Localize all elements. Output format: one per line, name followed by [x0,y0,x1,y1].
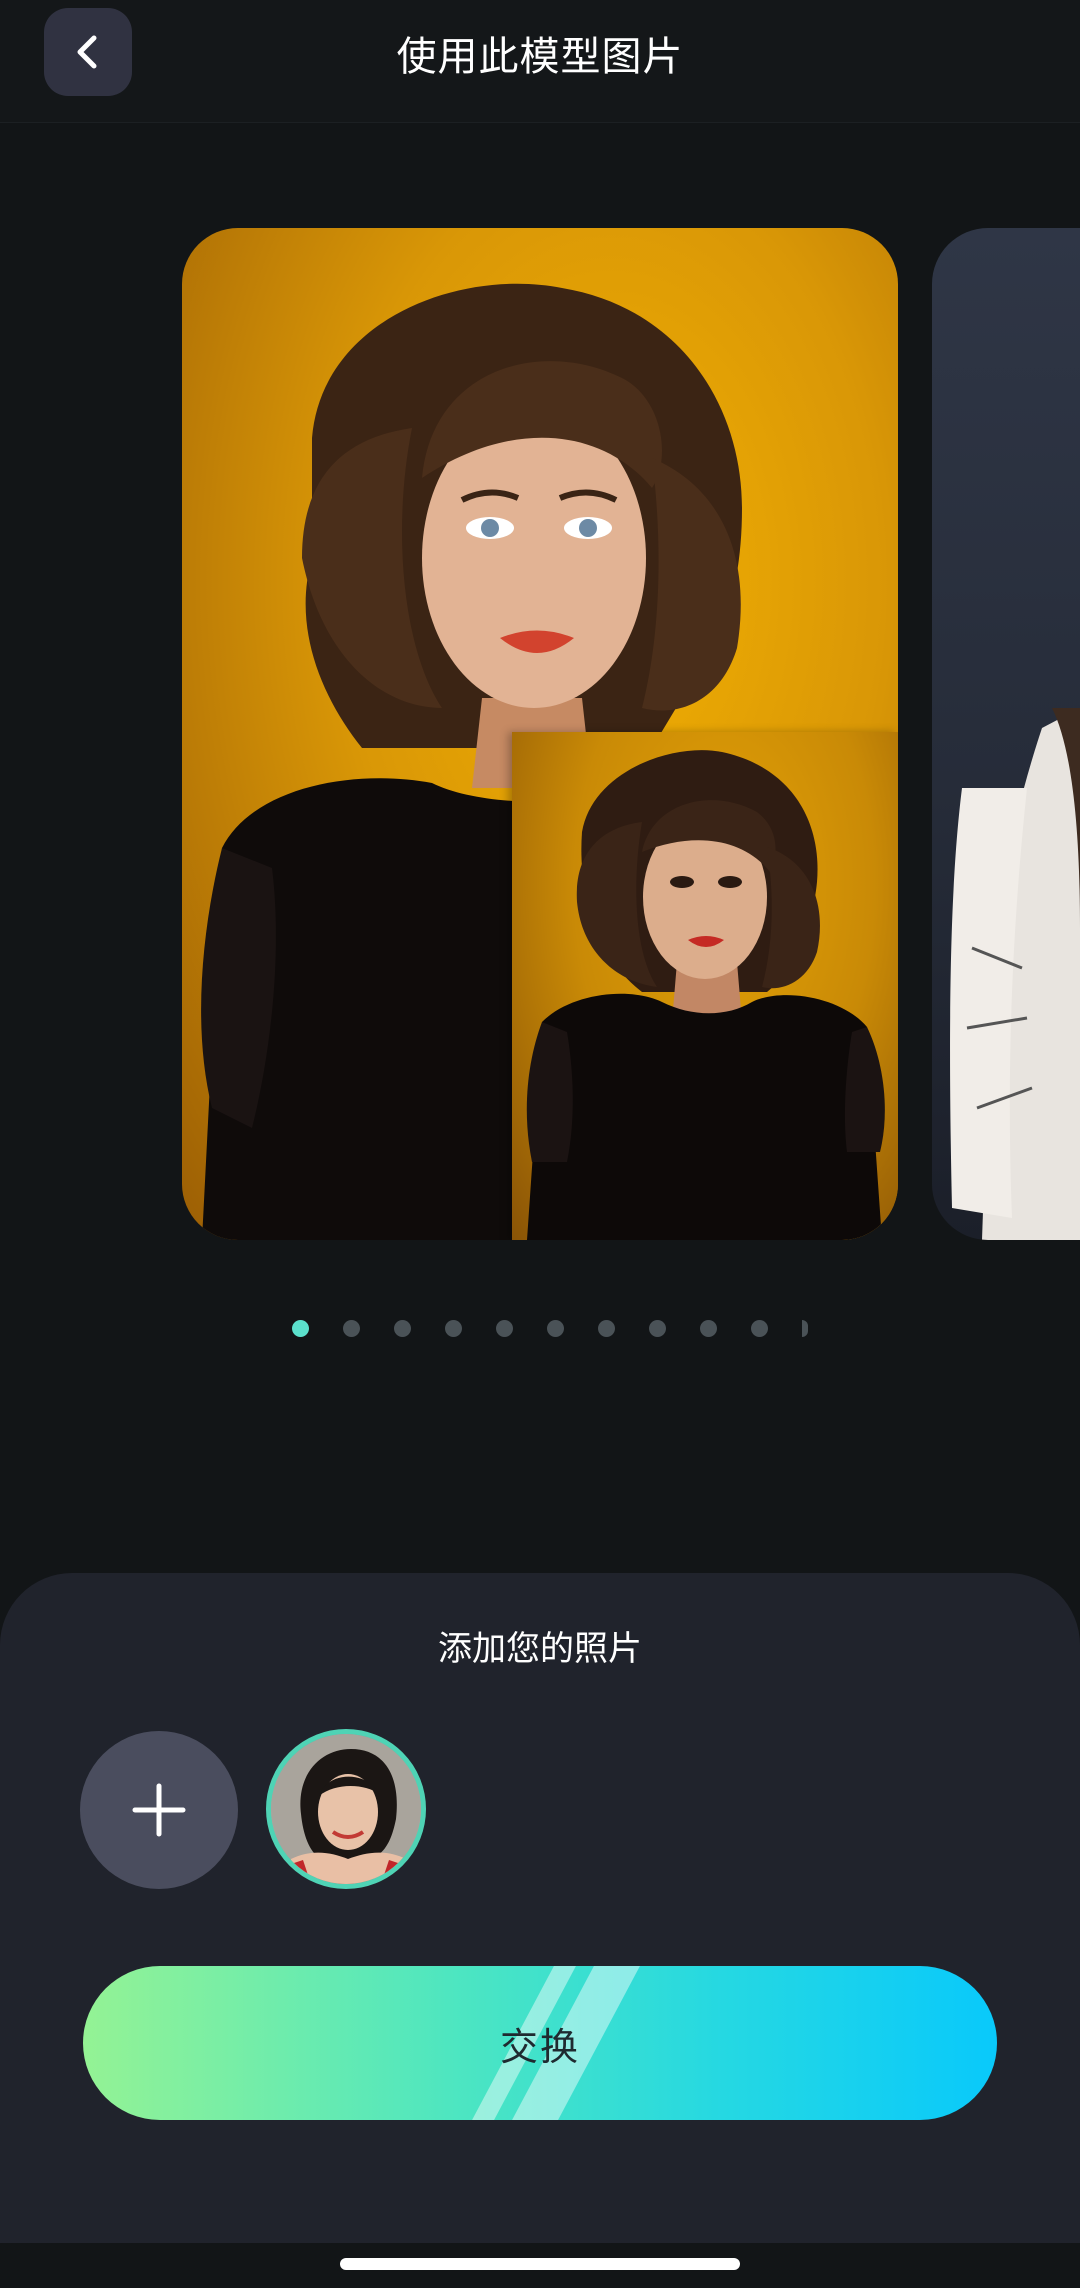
page-dot[interactable] [751,1320,768,1337]
plus-icon [132,1783,186,1837]
page-dot[interactable] [343,1320,360,1337]
page-dot[interactable] [445,1320,462,1337]
user-photo-image [271,1734,421,1884]
home-indicator[interactable] [340,2258,740,2270]
page-title: 使用此模型图片 [396,34,684,80]
header-bar: 使用此模型图片 [0,0,1080,123]
model-portrait-image-next [950,708,1080,1240]
page-dot-active[interactable] [292,1320,309,1337]
user-photo-thumbnail[interactable] [266,1729,426,1889]
page-dot-partial[interactable] [802,1320,808,1337]
target-portrait-image [526,750,885,1240]
swap-button[interactable]: 交换 [83,1966,997,2120]
page-dot[interactable] [649,1320,666,1337]
page-dot[interactable] [547,1320,564,1337]
page-dot[interactable] [496,1320,513,1337]
screen: 使用此模型图片 添加您的照片 交换 [0,0,1080,2288]
carousel-pagination [0,1320,1080,1340]
page-dot[interactable] [598,1320,615,1337]
target-face-preview [512,732,898,1240]
add-photo-button[interactable] [80,1731,238,1889]
model-card-next[interactable] [932,228,1080,1240]
model-card-main[interactable] [182,228,898,1240]
sheet-title: 添加您的照片 [438,1629,642,1669]
page-dot[interactable] [394,1320,411,1337]
swap-button-label: 交换 [499,2024,580,2069]
add-photo-sheet: 添加您的照片 交换 [0,1573,1080,2243]
page-dot[interactable] [700,1320,717,1337]
